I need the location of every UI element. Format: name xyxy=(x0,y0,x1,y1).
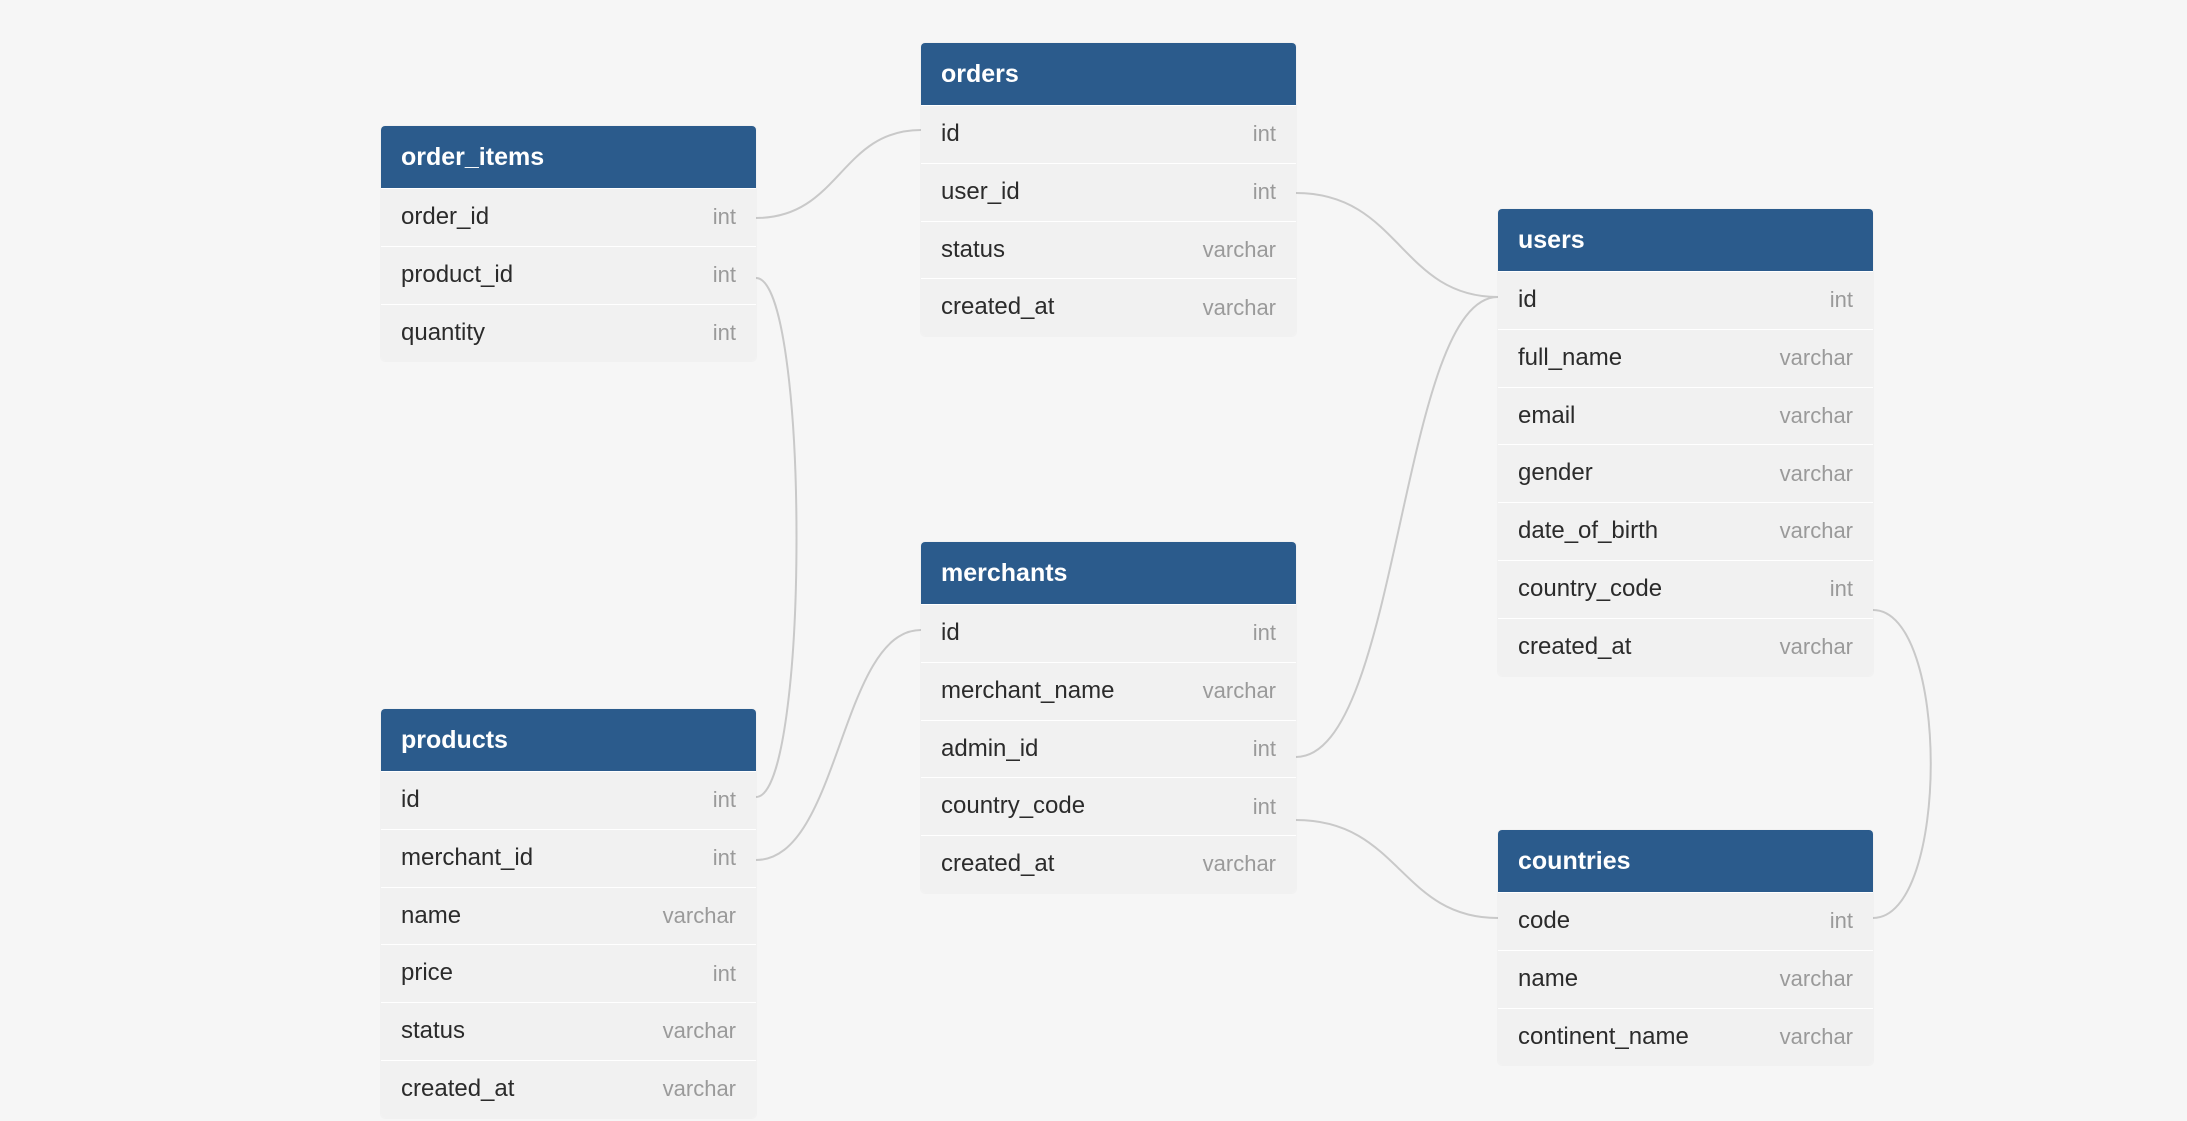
column-name: status xyxy=(941,236,1005,265)
table-row[interactable]: id int xyxy=(381,771,756,829)
column-type: varchar xyxy=(1780,518,1853,544)
column-name: country_code xyxy=(1518,575,1662,604)
column-name: status xyxy=(401,1017,465,1046)
table-row[interactable]: status varchar xyxy=(921,221,1296,279)
table-row[interactable]: created_at varchar xyxy=(921,278,1296,336)
column-type: varchar xyxy=(663,1076,736,1102)
column-name: created_at xyxy=(1518,633,1631,662)
table-row[interactable]: full_name varchar xyxy=(1498,329,1873,387)
column-name: created_at xyxy=(941,293,1054,322)
table-row[interactable]: continent_name varchar xyxy=(1498,1008,1873,1066)
table-header: orders xyxy=(921,43,1296,105)
column-name: price xyxy=(401,959,453,988)
column-type: int xyxy=(1830,576,1853,602)
column-name: merchant_id xyxy=(401,844,533,873)
column-name: id xyxy=(941,120,960,149)
column-name: country_code xyxy=(941,792,1085,821)
column-type: int xyxy=(713,961,736,987)
table-row[interactable]: admin_id int xyxy=(921,720,1296,778)
column-type: int xyxy=(713,320,736,346)
table-orders[interactable]: orders id int user_id int status varchar… xyxy=(921,43,1296,336)
table-row[interactable]: name varchar xyxy=(1498,950,1873,1008)
column-type: varchar xyxy=(1203,851,1276,877)
table-row[interactable]: name varchar xyxy=(381,887,756,945)
table-row[interactable]: id int xyxy=(1498,271,1873,329)
column-name: name xyxy=(1518,965,1578,994)
table-row[interactable]: date_of_birth varchar xyxy=(1498,502,1873,560)
column-type: int xyxy=(1830,908,1853,934)
table-header: users xyxy=(1498,209,1873,271)
diagram-canvas[interactable]: order_items order_id int product_id int … xyxy=(0,0,2187,1121)
column-name: id xyxy=(401,786,420,815)
column-name: full_name xyxy=(1518,344,1622,373)
table-countries[interactable]: countries code int name varchar continen… xyxy=(1498,830,1873,1065)
column-type: varchar xyxy=(1780,634,1853,660)
table-order-items[interactable]: order_items order_id int product_id int … xyxy=(381,126,756,361)
table-row[interactable]: country_code int xyxy=(921,777,1296,835)
table-header: merchants xyxy=(921,542,1296,604)
column-type: int xyxy=(1253,794,1276,820)
column-name: product_id xyxy=(401,261,513,290)
table-row[interactable]: created_at varchar xyxy=(1498,618,1873,676)
table-header: order_items xyxy=(381,126,756,188)
column-type: int xyxy=(1830,287,1853,313)
column-type: varchar xyxy=(1203,237,1276,263)
column-name: id xyxy=(1518,286,1537,315)
column-type: int xyxy=(1253,620,1276,646)
column-type: int xyxy=(713,262,736,288)
column-name: code xyxy=(1518,907,1570,936)
column-name: continent_name xyxy=(1518,1023,1689,1052)
column-type: int xyxy=(1253,736,1276,762)
column-type: int xyxy=(713,787,736,813)
table-row[interactable]: merchant_id int xyxy=(381,829,756,887)
column-name: name xyxy=(401,902,461,931)
table-row[interactable]: price int xyxy=(381,944,756,1002)
table-row[interactable]: user_id int xyxy=(921,163,1296,221)
table-row[interactable]: product_id int xyxy=(381,246,756,304)
table-row[interactable]: merchant_name varchar xyxy=(921,662,1296,720)
column-name: user_id xyxy=(941,178,1020,207)
column-name: date_of_birth xyxy=(1518,517,1658,546)
table-users[interactable]: users id int full_name varchar email var… xyxy=(1498,209,1873,676)
table-row[interactable]: gender varchar xyxy=(1498,444,1873,502)
table-header: products xyxy=(381,709,756,771)
column-type: varchar xyxy=(1203,678,1276,704)
column-name: created_at xyxy=(401,1075,514,1104)
column-name: admin_id xyxy=(941,735,1038,764)
column-name: quantity xyxy=(401,319,485,348)
column-name: order_id xyxy=(401,203,489,232)
column-name: merchant_name xyxy=(941,677,1114,706)
table-row[interactable]: code int xyxy=(1498,892,1873,950)
column-type: varchar xyxy=(1780,1024,1853,1050)
column-type: varchar xyxy=(1203,295,1276,321)
table-merchants[interactable]: merchants id int merchant_name varchar a… xyxy=(921,542,1296,893)
column-type: int xyxy=(713,204,736,230)
column-type: varchar xyxy=(1780,403,1853,429)
column-type: varchar xyxy=(1780,345,1853,371)
column-name: id xyxy=(941,619,960,648)
column-type: varchar xyxy=(1780,966,1853,992)
table-row[interactable]: order_id int xyxy=(381,188,756,246)
column-type: varchar xyxy=(1780,461,1853,487)
column-type: int xyxy=(1253,179,1276,205)
column-type: varchar xyxy=(663,903,736,929)
column-name: created_at xyxy=(941,850,1054,879)
column-name: gender xyxy=(1518,459,1593,488)
table-row[interactable]: created_at varchar xyxy=(381,1060,756,1118)
table-products[interactable]: products id int merchant_id int name var… xyxy=(381,709,756,1118)
table-row[interactable]: country_code int xyxy=(1498,560,1873,618)
table-header: countries xyxy=(1498,830,1873,892)
table-row[interactable]: id int xyxy=(921,105,1296,163)
table-row[interactable]: status varchar xyxy=(381,1002,756,1060)
table-row[interactable]: email varchar xyxy=(1498,387,1873,445)
table-row[interactable]: quantity int xyxy=(381,304,756,362)
column-type: varchar xyxy=(663,1018,736,1044)
table-row[interactable]: id int xyxy=(921,604,1296,662)
column-type: int xyxy=(1253,121,1276,147)
column-name: email xyxy=(1518,402,1575,431)
table-row[interactable]: created_at varchar xyxy=(921,835,1296,893)
column-type: int xyxy=(713,845,736,871)
